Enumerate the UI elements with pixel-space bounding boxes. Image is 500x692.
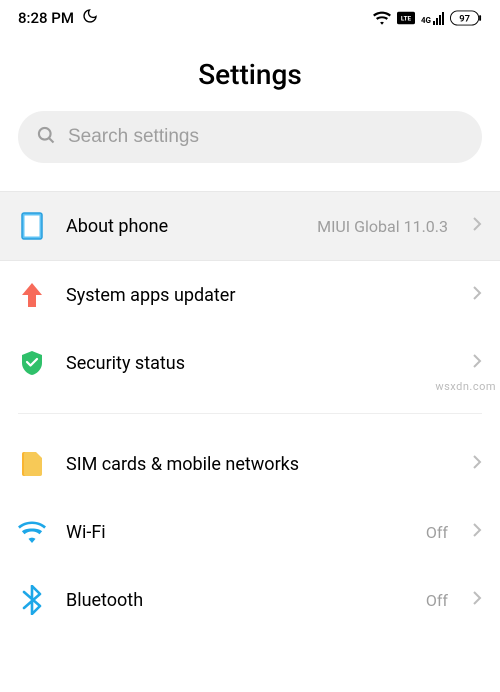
search-icon — [36, 125, 56, 149]
row-security-status[interactable]: Security status — [0, 329, 500, 397]
page-title: Settings — [0, 36, 500, 111]
chevron-right-icon — [472, 590, 482, 610]
phone-icon — [18, 212, 46, 240]
chevron-right-icon — [472, 454, 482, 474]
row-sim-networks[interactable]: SIM cards & mobile networks — [0, 430, 500, 498]
row-label: Bluetooth — [66, 590, 406, 611]
status-right: LTE 4G 97 — [373, 10, 482, 26]
bluetooth-icon — [18, 586, 46, 614]
row-label: Security status — [66, 353, 452, 374]
row-label: Wi-Fi — [66, 522, 406, 543]
update-arrow-icon — [18, 281, 46, 309]
row-about-phone[interactable]: About phone MIUI Global 11.0.3 — [0, 191, 500, 261]
search-bar[interactable] — [18, 111, 482, 163]
shield-icon — [18, 349, 46, 377]
chevron-right-icon — [472, 522, 482, 542]
row-label: SIM cards & mobile networks — [66, 454, 452, 475]
svg-text:LTE: LTE — [401, 15, 412, 23]
wifi-status-icon — [373, 11, 391, 25]
status-bar: 8:28 PM LTE 4G — [0, 0, 500, 36]
chevron-right-icon — [472, 285, 482, 305]
row-bluetooth[interactable]: Bluetooth Off — [0, 566, 500, 634]
row-value: Off — [426, 591, 448, 610]
row-value: Off — [426, 523, 448, 542]
wifi-icon — [18, 518, 46, 546]
search-container — [18, 111, 482, 163]
chevron-right-icon — [472, 353, 482, 373]
row-value: MIUI Global 11.0.3 — [317, 217, 448, 236]
row-system-apps-updater[interactable]: System apps updater — [0, 261, 500, 329]
row-wifi[interactable]: Wi-Fi Off — [0, 498, 500, 566]
mobile-signal-icon: 4G — [421, 12, 444, 25]
battery-icon: 97 — [450, 10, 482, 26]
dnd-moon-icon — [82, 8, 98, 28]
row-label: System apps updater — [66, 285, 452, 306]
section-divider — [18, 413, 482, 414]
volte-icon: LTE — [397, 11, 415, 25]
sim-icon — [18, 450, 46, 478]
watermark: wsxdn.com — [435, 380, 496, 393]
chevron-right-icon — [472, 216, 482, 236]
battery-text: 97 — [459, 13, 470, 24]
search-input[interactable] — [68, 126, 464, 148]
status-time: 8:28 PM — [18, 9, 74, 27]
status-left: 8:28 PM — [18, 8, 98, 28]
row-label: About phone — [66, 216, 297, 237]
